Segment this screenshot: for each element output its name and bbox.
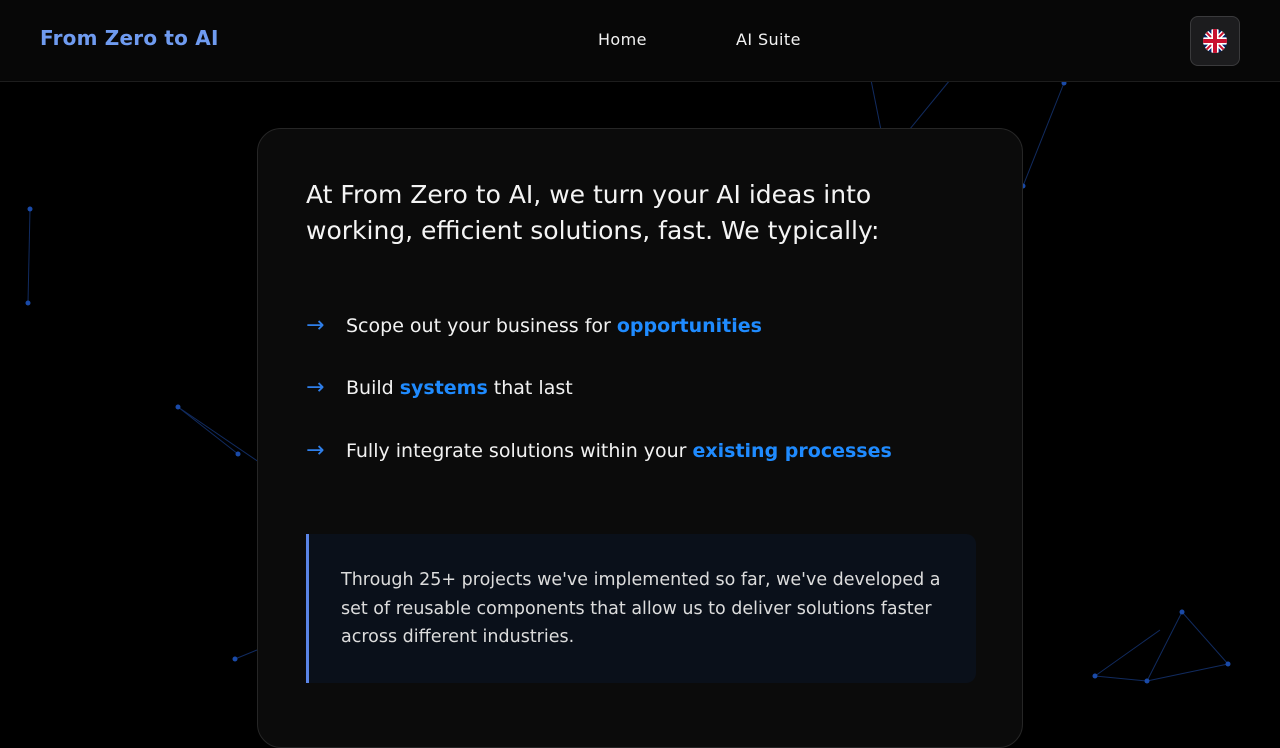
point-text: Fully integrate solutions within your [346, 439, 687, 462]
list-item: → Scope out your business for opportunit… [306, 313, 762, 338]
list-item: → Fully integrate solutions within your … [306, 438, 892, 463]
arrow-right-icon: → [306, 438, 325, 463]
top-navbar: From Zero to AI Home AI Suite [0, 0, 1280, 82]
nav-link-ai-suite[interactable]: AI Suite [736, 30, 801, 49]
intro-heading: At From Zero to AI, we turn your AI idea… [306, 180, 880, 245]
point-highlight: opportunities [616, 314, 762, 337]
nav-link-home[interactable]: Home [598, 30, 647, 49]
point-text: Build [346, 376, 394, 399]
point-highlight: systems [399, 376, 488, 399]
brand-logo-link[interactable]: From Zero to AI [40, 26, 219, 50]
point-highlight: existing processes [692, 439, 892, 462]
arrow-right-icon: → [306, 313, 325, 338]
uk-flag-icon [1203, 29, 1227, 53]
projects-quote: Through 25+ projects we've implemented s… [306, 534, 976, 683]
point-text: Scope out your business for [346, 314, 611, 337]
point-text-after: that last [493, 376, 573, 399]
services-card: At From Zero to AI, we turn your AI idea… [257, 128, 1023, 748]
language-switcher-button[interactable] [1190, 16, 1240, 66]
list-item: → Build systems that last [306, 375, 573, 400]
arrow-right-icon: → [306, 375, 325, 400]
